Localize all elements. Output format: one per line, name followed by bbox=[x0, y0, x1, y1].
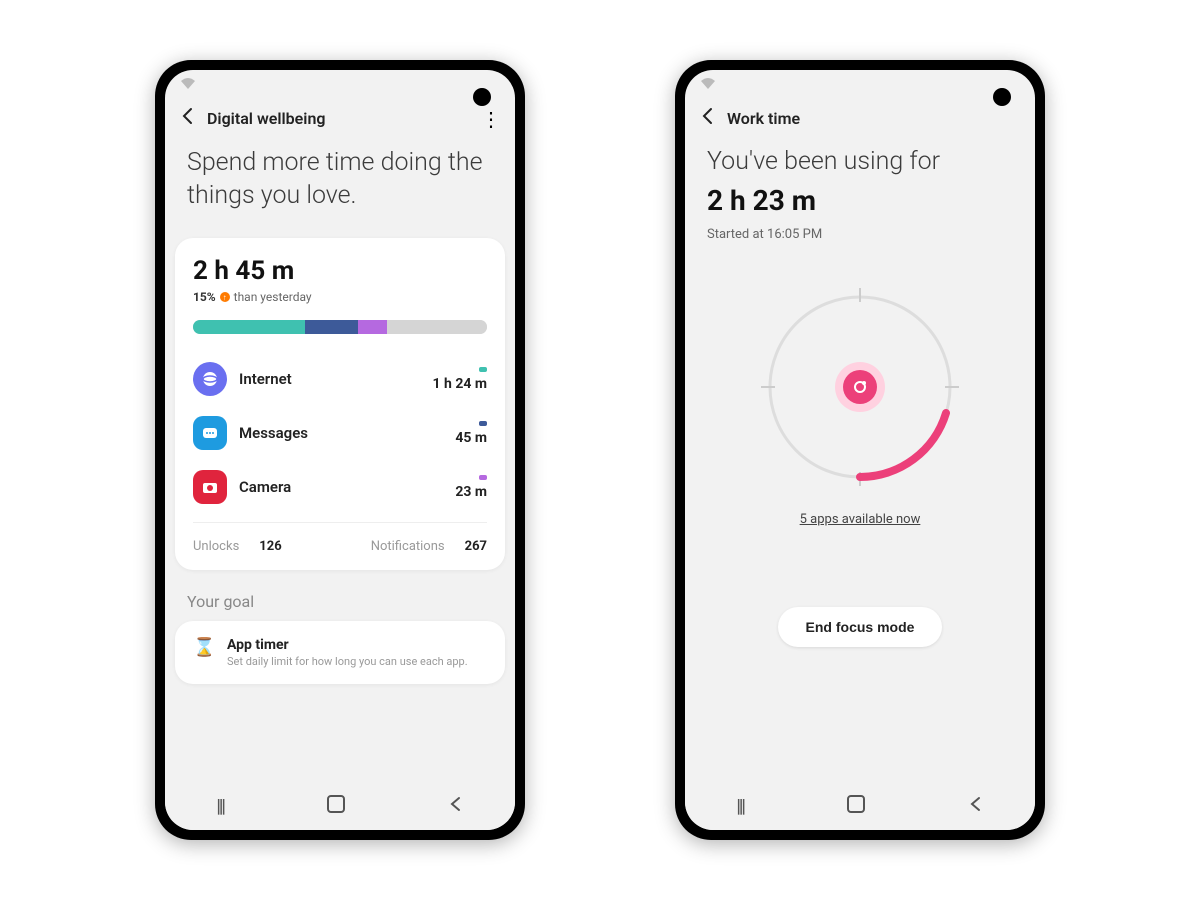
wifi-icon bbox=[701, 78, 715, 92]
app-icon bbox=[193, 416, 227, 450]
overflow-menu-icon[interactable]: ⋮ bbox=[481, 109, 501, 129]
app-name: Messages bbox=[239, 424, 308, 442]
back-button[interactable] bbox=[699, 106, 717, 131]
trend-label: than yesterday bbox=[234, 290, 312, 304]
app-timer-card[interactable]: ⌛ App timer Set daily limit for how long… bbox=[175, 621, 505, 684]
app-row[interactable]: Internet 1 h 24 m bbox=[193, 352, 487, 406]
usage-card[interactable]: 2 h 45 m 15% ↑ than yesterday Internet 1 … bbox=[175, 238, 505, 570]
unlocks-label: Unlocks bbox=[193, 539, 239, 554]
phone-mockup-left: Digital wellbeing ⋮ Spend more time doin… bbox=[155, 60, 525, 840]
screen: Digital wellbeing ⋮ Spend more time doin… bbox=[165, 70, 515, 830]
hero-text: You've been using for bbox=[685, 141, 1035, 180]
trend-percent: 15% bbox=[193, 290, 216, 304]
end-focus-button[interactable]: End focus mode bbox=[778, 607, 943, 647]
app-name: Internet bbox=[239, 370, 292, 388]
nav-bar: ||| bbox=[685, 782, 1035, 830]
divider bbox=[193, 522, 487, 523]
app-time: 23 m bbox=[455, 484, 487, 500]
notifications-label: Notifications bbox=[371, 539, 445, 554]
app-timer-title: App timer bbox=[227, 637, 468, 653]
app-color-dot bbox=[479, 421, 487, 426]
nav-back-button[interactable] bbox=[448, 796, 464, 817]
started-at: Started at 16:05 PM bbox=[685, 227, 1035, 242]
app-row[interactable]: Camera 23 m bbox=[193, 460, 487, 514]
session-time: 2 h 23 m bbox=[685, 184, 1035, 217]
focus-progress-ring bbox=[685, 242, 1035, 492]
hourglass-icon: ⌛ bbox=[193, 637, 215, 659]
nav-home-button[interactable] bbox=[847, 795, 865, 818]
nav-back-button[interactable] bbox=[968, 796, 984, 817]
top-bar: Digital wellbeing ⋮ bbox=[165, 100, 515, 141]
trend-row: 15% ↑ than yesterday bbox=[193, 290, 487, 304]
page-title: Digital wellbeing bbox=[207, 109, 325, 128]
back-button[interactable] bbox=[179, 106, 197, 131]
app-timer-desc: Set daily limit for how long you can use… bbox=[227, 655, 468, 668]
available-apps-link[interactable]: 5 apps available now bbox=[685, 512, 1035, 527]
usage-segment bbox=[305, 320, 358, 334]
nav-recents-button[interactable]: ||| bbox=[216, 796, 224, 817]
app-icon bbox=[193, 470, 227, 504]
status-bar bbox=[685, 70, 1035, 100]
focus-center-icon bbox=[835, 362, 885, 412]
notifications-value: 267 bbox=[465, 539, 487, 554]
usage-segment bbox=[358, 320, 387, 334]
unlocks-value: 126 bbox=[259, 539, 281, 554]
app-name: Camera bbox=[239, 478, 291, 496]
nav-home-button[interactable] bbox=[327, 795, 345, 818]
app-row[interactable]: Messages 45 m bbox=[193, 406, 487, 460]
app-time: 45 m bbox=[455, 430, 487, 446]
camera-hole bbox=[473, 88, 491, 106]
page-title: Work time bbox=[727, 109, 800, 128]
phone-mockup-right: Work time You've been using for 2 h 23 m… bbox=[675, 60, 1045, 840]
wifi-icon bbox=[181, 78, 195, 92]
usage-segment bbox=[387, 320, 487, 334]
trend-up-icon: ↑ bbox=[220, 292, 230, 302]
camera-hole bbox=[993, 88, 1011, 106]
usage-segment bbox=[193, 320, 305, 334]
nav-bar: ||| bbox=[165, 782, 515, 830]
usage-bar bbox=[193, 320, 487, 334]
stats-row: Unlocks 126 Notifications 267 bbox=[193, 531, 487, 556]
screen: Work time You've been using for 2 h 23 m… bbox=[685, 70, 1035, 830]
app-time: 1 h 24 m bbox=[432, 376, 487, 392]
app-icon bbox=[193, 362, 227, 396]
hero-text: Spend more time doing the things you lov… bbox=[165, 141, 515, 238]
top-bar: Work time bbox=[685, 100, 1035, 141]
total-time: 2 h 45 m bbox=[193, 256, 487, 286]
app-color-dot bbox=[479, 475, 487, 480]
your-goal-header: Your goal bbox=[165, 570, 515, 621]
app-color-dot bbox=[479, 367, 487, 372]
nav-recents-button[interactable]: ||| bbox=[736, 796, 744, 817]
status-bar bbox=[165, 70, 515, 100]
